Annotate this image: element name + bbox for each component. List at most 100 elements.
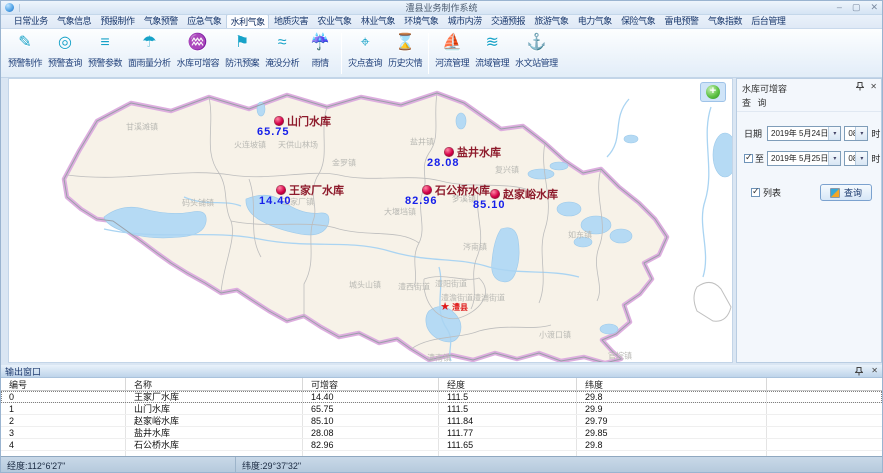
panel-pin-icon[interactable] <box>856 82 864 91</box>
tab-交通预报[interactable]: 交通预报 <box>486 14 529 28</box>
tab-水利气象[interactable]: 水利气象 <box>226 14 269 28</box>
toolbar-button-淹没分析[interactable]: ≈淹没分析 <box>263 31 301 76</box>
table-cell <box>767 439 882 450</box>
output-close-icon[interactable]: ✕ <box>871 367 878 375</box>
to-date-checkbox[interactable] <box>744 154 753 163</box>
reservoir-capacity-icon: ♒ <box>188 32 208 54</box>
tab-预报制作[interactable]: 预报制作 <box>96 14 139 28</box>
maximize-button[interactable]: ▢ <box>852 3 861 12</box>
status-longitude: 经度:112°6'27" <box>1 457 236 473</box>
panel-close-icon[interactable]: ✕ <box>870 83 877 91</box>
tab-电力气象[interactable]: 电力气象 <box>573 14 616 28</box>
table-cell: 14.40 <box>303 391 439 402</box>
map-zoom-in-button[interactable]: + <box>700 82 726 102</box>
reservoir-marker-王家厂水库[interactable] <box>277 186 286 195</box>
minimize-button[interactable]: – <box>837 3 842 12</box>
table-cell: 1 <box>1 403 126 414</box>
column-header: 编号 <box>1 378 126 390</box>
table-cell <box>767 427 882 438</box>
reservoir-marker-山门水库[interactable] <box>275 117 284 126</box>
tab-气象预警[interactable]: 气象预警 <box>139 14 182 28</box>
tab-气象信息[interactable]: 气象信息 <box>52 14 95 28</box>
tab-旅游气象[interactable]: 旅游气象 <box>530 14 573 28</box>
table-cell: 29.8 <box>577 439 767 450</box>
warning-params-icon: ≡ <box>100 32 109 54</box>
toolbar-button-label: 雨情 <box>312 56 329 69</box>
app-globe-icon <box>5 3 14 12</box>
toolbar-button-label: 灾点查询 <box>348 56 382 69</box>
toolbar-button-流域管理[interactable]: ≋流域管理 <box>473 31 511 76</box>
toolbar-button-预警参数[interactable]: ≡预警参数 <box>86 31 124 76</box>
table-cell: 111.65 <box>439 439 577 450</box>
tab-气象指数[interactable]: 气象指数 <box>703 14 746 28</box>
hour-suffix-label: 时 <box>871 152 880 165</box>
toolbar-button-河流管理[interactable]: ⛵河流管理 <box>433 31 471 76</box>
reservoir-name-label: 王家厂水库 <box>289 182 344 198</box>
tab-保险气象[interactable]: 保险气象 <box>616 14 659 28</box>
toolbar-button-水文站管理[interactable]: ⚓水文站管理 <box>513 31 560 76</box>
toolbar-button-雨情[interactable]: ☔雨情 <box>303 31 337 76</box>
table-cell <box>767 391 882 402</box>
toolbar-button-预警制作[interactable]: ✎ 预警制作 <box>6 31 44 76</box>
output-window: 输出窗口 ✕ 编号名称可增容经度纬度0王家厂水库14.40111.529.81山… <box>1 363 882 456</box>
compose-warning-icon: ✎ <box>18 32 31 54</box>
toolbar-button-面雨量分析[interactable]: ☂面雨量分析 <box>126 31 173 76</box>
tab-地质灾害[interactable]: 地质灾害 <box>269 14 312 28</box>
table-row[interactable]: 1山门水库65.75111.529.9 <box>1 403 882 415</box>
tab-日常业务[interactable]: 日常业务 <box>9 14 52 28</box>
list-checkbox[interactable] <box>751 188 760 197</box>
reservoir-name-label: 山门水库 <box>287 113 331 129</box>
titlebar-separator <box>19 4 20 12</box>
table-row[interactable]: 3盐井水库28.08111.7729.85 <box>1 427 882 439</box>
reservoir-capacity-value: 82.96 <box>405 195 438 207</box>
tab-城市内涝[interactable]: 城市内涝 <box>443 14 486 28</box>
table-cell: 0 <box>1 391 126 402</box>
tab-应急气象[interactable]: 应急气象 <box>183 14 226 28</box>
reservoir-query-panel: 水库可增容 查 询 ✕ 日期 2019年 5月24日 ▾ 08 ▾ <box>736 78 882 363</box>
query-button[interactable]: 查询 <box>820 184 872 201</box>
table-row-empty <box>1 451 882 456</box>
reservoir-capacity-value: 14.40 <box>259 195 292 207</box>
output-table: 编号名称可增容经度纬度0王家厂水库14.40111.529.81山门水库65.7… <box>1 378 882 456</box>
panel-subtitle: 查 询 <box>742 96 876 109</box>
table-row[interactable]: 2赵家峪水库85.10111.8429.79 <box>1 415 882 427</box>
date-to-select[interactable]: 2019年 5月25日 ▾ <box>767 151 841 166</box>
table-cell: 28.08 <box>303 427 439 438</box>
toolbar-separator <box>428 33 429 74</box>
toolbar-button-label: 预警制作 <box>8 56 42 69</box>
toolbar-button-label: 淹没分析 <box>265 56 299 69</box>
toolbar-button-防汛预案[interactable]: ⚑防汛预案 <box>223 31 261 76</box>
toolbar-button-灾点查询[interactable]: ⌖灾点查询 <box>346 31 384 76</box>
table-cell <box>439 451 577 456</box>
table-cell <box>303 451 439 456</box>
tab-农业气象[interactable]: 农业气象 <box>313 14 356 28</box>
tab-环境气象[interactable]: 环境气象 <box>400 14 443 28</box>
tab-bar: 日常业务气象信息预报制作气象预警应急气象水利气象地质灾害农业气象林业气象环境气象… <box>1 15 882 29</box>
table-cell: 29.8 <box>577 391 767 402</box>
map-viewport[interactable]: 甘溪滩镇火连坡镇天供山林场金罗镇盐井镇复兴镇码头铺镇王家厂镇梦溪镇大堰垱镇涔南镇… <box>8 78 733 363</box>
basin-manage-icon: ≋ <box>485 32 498 54</box>
river-manage-icon: ⛵ <box>442 32 462 54</box>
reservoir-marker-赵家峪水库[interactable] <box>491 190 500 199</box>
reservoir-marker-石公桥水库[interactable] <box>423 186 432 195</box>
date-from-select[interactable]: 2019年 5月24日 ▾ <box>767 126 841 141</box>
toolbar-button-预警查询[interactable]: ◎预警查询 <box>46 31 84 76</box>
output-title: 输出窗口 <box>5 365 41 378</box>
table-cell <box>577 451 767 456</box>
tab-雷电预警[interactable]: 雷电预警 <box>660 14 703 28</box>
close-button[interactable]: ✕ <box>870 3 878 12</box>
reservoir-marker-盐井水库[interactable] <box>445 148 454 157</box>
hour-to-select[interactable]: 08 ▾ <box>844 151 868 166</box>
table-row[interactable]: 0王家厂水库14.40111.529.8 <box>1 391 882 403</box>
toolbar-button-水库可增容[interactable]: ♒水库可增容 <box>175 31 222 76</box>
tab-后台管理[interactable]: 后台管理 <box>747 14 790 28</box>
table-row[interactable]: 4石公桥水库82.96111.6529.8 <box>1 439 882 451</box>
table-cell: 4 <box>1 439 126 450</box>
date-label: 日期 <box>744 127 764 140</box>
toolbar-separator <box>341 33 342 74</box>
toolbar-button-历史灾情[interactable]: ⌛历史灾情 <box>386 31 424 76</box>
column-header: 经度 <box>439 378 577 390</box>
hour-from-select[interactable]: 08 ▾ <box>844 126 868 141</box>
tab-林业气象[interactable]: 林业气象 <box>356 14 399 28</box>
output-pin-icon[interactable] <box>855 367 863 376</box>
